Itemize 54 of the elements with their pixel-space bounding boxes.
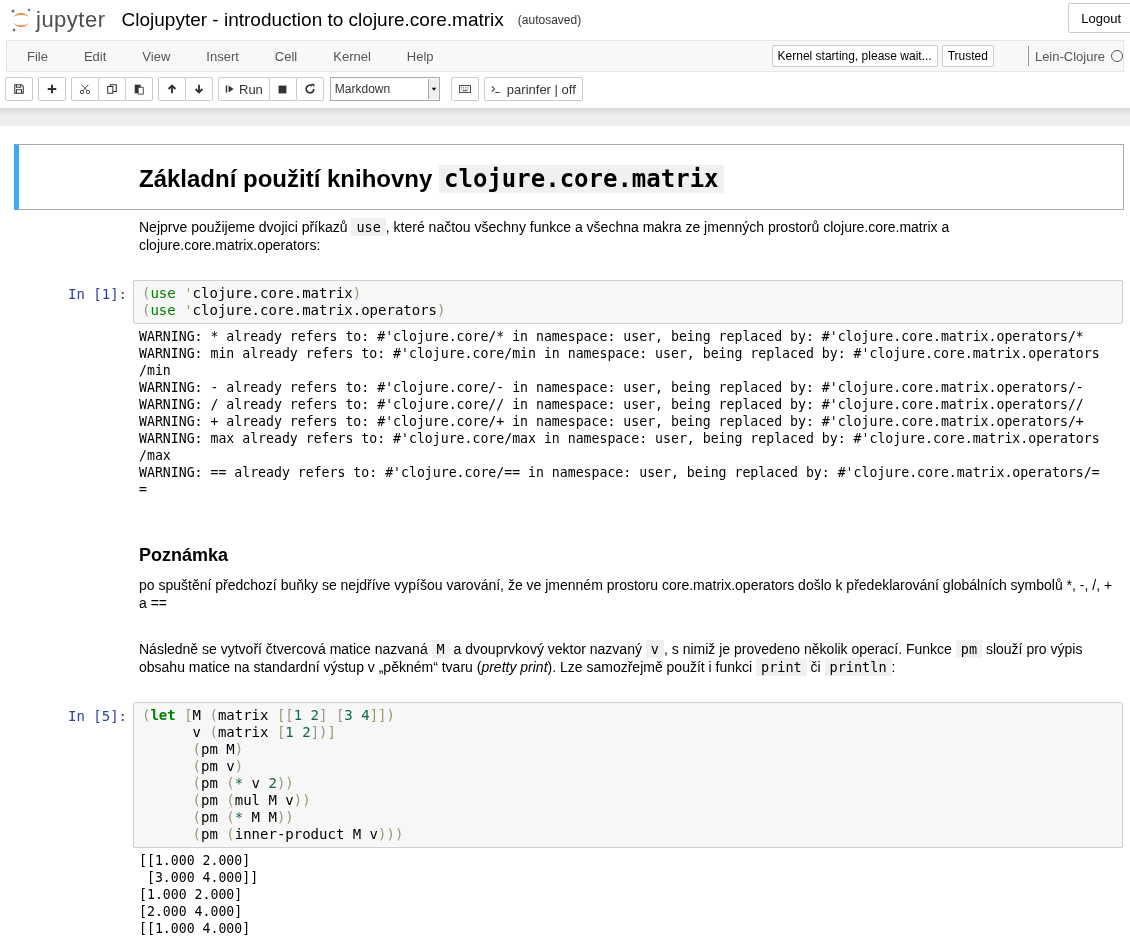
cell-type-dropdown[interactable]: Markdown: [329, 77, 440, 101]
kernel-name: Lein-Clojure: [1034, 48, 1105, 64]
clipboard-icon: [133, 83, 145, 95]
arrow-up-icon: [166, 83, 178, 95]
add-cell-button[interactable]: [38, 77, 66, 101]
logo-text: jupyter: [36, 7, 106, 33]
logout-button[interactable]: Logout: [1068, 3, 1130, 33]
logo-icon: [10, 8, 32, 32]
copy-icon: [106, 83, 118, 95]
paragraph: Nejprve použijeme dvojici příkazů use , které načtou všechny funkce a všechna makra ze jmenných prostorů clojure.core.matrix a clojure.core.matrix.operators:: [139, 218, 951, 254]
menu-item[interactable]: File: [15, 48, 68, 64]
menu-item[interactable]: Edit: [71, 48, 127, 64]
trusted-indicator[interactable]: Trusted: [941, 45, 994, 67]
menu-item[interactable]: View: [130, 48, 191, 64]
keyboard-button[interactable]: [450, 77, 479, 101]
cut-button[interactable]: [71, 77, 99, 101]
input-prompt: In [5]:: [67, 707, 128, 726]
code-input[interactable]: (let [M (matrix [[1 2] [3 4]]) v (matrix [1 2])] (pm M) (pm v) (pm (* v 2)) (pm (mul M v)) (pm (* M M)) (pm (inner-product M v))): [133, 702, 1123, 848]
menu-item[interactable]: Help: [394, 48, 454, 64]
save-status: (autosaved): [517, 13, 582, 27]
paragraph: Následně se vytvoří čtvercová matice nazvaná M a dvouprvkový vektor nazvaný v , s nimiž je provedeno několik operací. Funkce pm slouží pro výpis obsahu matice na standardní výstup v „pěkném“ tvaru (pretty print). Lze samozřejmě použít i funkci print či println :: [139, 640, 1084, 676]
code-input[interactable]: (use 'clojure.core.matrix) (use 'clojure.core.matrix.operators): [133, 280, 1123, 324]
move-up-button[interactable]: [158, 77, 186, 101]
cell-output: [[1.000 2.000] [3.000 4.000]] [1.000 2.000] [2.000 4.000] [[1.000 4.000]: [138, 852, 260, 938]
heading: Základní použití knihovny clojure.core.matrix: [139, 162, 1117, 196]
menu-item[interactable]: Kernel: [321, 48, 391, 64]
run-button[interactable]: Run: [218, 77, 270, 101]
kernel-status: Kernel starting, please wait...: [771, 45, 938, 67]
input-prompt: In [1]:: [67, 285, 128, 304]
stop-button[interactable]: [268, 77, 297, 101]
move-down-button[interactable]: [185, 77, 213, 101]
notebook-title[interactable]: Clojupyter - introduction to clojure.core.matrix: [121, 9, 504, 31]
refresh-icon: [303, 83, 316, 95]
step-icon: [225, 83, 235, 95]
scissors-icon: [79, 83, 91, 95]
save-button[interactable]: [5, 77, 33, 101]
subheading: Poznámka: [139, 546, 230, 564]
arrow-down-icon: [193, 83, 205, 95]
cell-output: WARNING: * already refers to: #'clojure.core/* in namespace: user, being replaced by: #'clojure.core.matrix.operators/* WARNING: min already refers to: #'clojure.core/min in namespace: user, being replaced by: #'clojure.core.matrix.operators /min WARNING: - already refers to: #'clojure.core/- in namespace: user, being replaced by: #'clojure.core.matrix.operators/- WARNING: / already refers to: #'clojure.core// in namespace: user, being replaced by: #'clojure.core.matrix.operators// WARNING: + already refers to: #'clojure.core/+ in namespace: user, being replaced by: #'clojure.core.matrix.operators/+ WARNING: max already refers to: #'clojure.core/max in namespace: user, being replaced by: #'clojure.core.matrix.operators /max WARNING: == already refers to: #'clojure.core/== in namespace: user, being replaced by: #'clojure.core.matrix.operators/= =: [138, 328, 1101, 499]
paste-button[interactable]: [125, 77, 153, 101]
plus-icon: [46, 83, 58, 95]
terminal-icon: [490, 83, 503, 95]
save-icon: [13, 83, 25, 95]
markdown-cell[interactable]: Základní použití knihovny clojure.core.matrix: [14, 144, 1124, 210]
parinfer-button[interactable]: parinfer | off: [483, 77, 583, 101]
square-icon: [277, 83, 289, 95]
keyboard-icon: [457, 83, 472, 95]
paragraph: po spuštění předchozí buňky se nejdříve vypíšou varování, že ve jmenném prostoru core.matrix.operators došlo k předeklarování globálních symbolů *, -, /, + a ==: [139, 576, 1114, 612]
restart-button[interactable]: [295, 77, 324, 101]
caret-icon: [429, 85, 438, 93]
menu-item[interactable]: Cell: [262, 48, 318, 64]
copy-button[interactable]: [98, 77, 126, 101]
menu-item[interactable]: Insert: [194, 48, 259, 64]
markdown-cell[interactable]: Nejprve použijeme dvojici příkazů use , které načtou všechny funkce a všechna makra ze jmenných prostorů clojure.core.matrix a clojure.core.matrix.operators:: [14, 210, 1124, 260]
